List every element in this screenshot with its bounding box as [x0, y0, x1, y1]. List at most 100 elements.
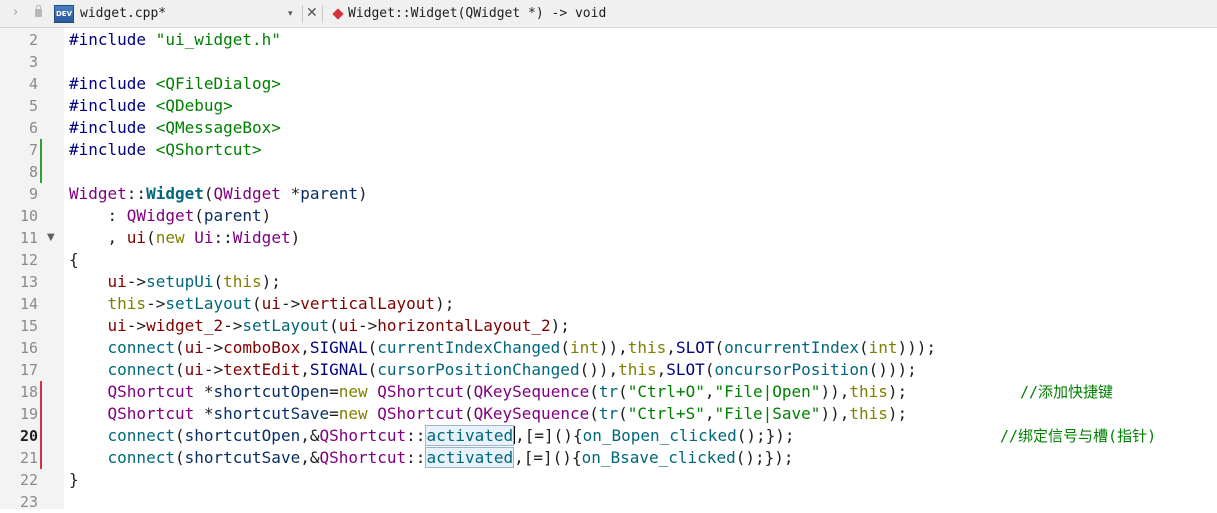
code-token: :: — [406, 448, 426, 467]
code-token: -> — [126, 316, 147, 335]
code-token: ) — [261, 206, 272, 225]
close-icon[interactable]: ✕ — [306, 5, 318, 21]
code-token: parent — [203, 206, 262, 225]
code-line[interactable]: 22} — [0, 469, 1217, 491]
code-line[interactable]: 23 — [0, 491, 1217, 513]
code-token: connect — [107, 448, 175, 467]
code-line[interactable]: 12 { — [0, 249, 1217, 271]
code-token: ( — [252, 294, 262, 313]
code-token: this — [618, 360, 657, 379]
code-token: ) — [290, 228, 301, 247]
code-line[interactable]: 8 — [0, 161, 1217, 183]
code-text: connect(ui->textEdit,SIGNAL(cursorPositi… — [69, 359, 917, 381]
dev-file-icon: DEV — [54, 5, 74, 23]
code-token: this — [849, 382, 888, 401]
line-number: 22 — [19, 471, 38, 489]
code-token: ( — [560, 338, 570, 357]
highlighted-symbol: activated — [425, 447, 515, 468]
code-token: Widget — [69, 184, 127, 203]
code-line[interactable]: 19 QShortcut *shortcutSave=new QShortcut… — [0, 403, 1217, 425]
code-token: this — [627, 338, 667, 357]
saved-change-marker — [40, 161, 42, 183]
code-token: QShortcut — [107, 382, 195, 401]
code-token: , — [656, 360, 667, 379]
code-token: Ui — [194, 228, 214, 247]
code-line[interactable]: 6 #include <QMessageBox> — [0, 117, 1217, 139]
code-token: ( — [174, 360, 185, 379]
code-token: ui — [261, 294, 281, 313]
code-token: shortcutOpen — [184, 426, 301, 445]
code-line[interactable]: 3 — [0, 51, 1217, 73]
code-token: ); — [261, 272, 281, 291]
file-dropdown-icon[interactable]: ▾ — [288, 7, 293, 21]
modified-line-marker — [40, 403, 42, 425]
code-token: on_Bsave_clicked — [581, 448, 736, 467]
code-line[interactable]: 17 connect(ui->textEdit,SIGNAL(cursorPos… — [0, 359, 1217, 381]
code-line[interactable]: 7 #include <QShortcut> — [0, 139, 1217, 161]
code-token: ( — [589, 404, 599, 423]
code-token: <QFileDialog> — [155, 74, 281, 93]
code-line[interactable]: 18 QShortcut *shortcutOpen=new QShortcut… — [0, 381, 1217, 403]
code-line[interactable]: 10 : QWidget(parent) — [0, 205, 1217, 227]
code-line[interactable]: 5 #include <QDebug> — [0, 95, 1217, 117]
modified-line-marker — [40, 425, 42, 447]
code-line[interactable]: 20 connect(shortcutOpen,&QShortcut::acti… — [0, 425, 1217, 447]
symbol-navigator[interactable]: Widget::Widget(QWidget *) -> void — [348, 6, 606, 22]
line-number: 19 — [19, 405, 38, 423]
line-number: 17 — [19, 361, 38, 379]
code-token: ( — [174, 426, 185, 445]
code-token: oncurrentIndex — [724, 338, 859, 357]
code-token: #include — [69, 118, 147, 137]
code-token: -> — [280, 294, 301, 313]
line-number: 15 — [19, 317, 38, 335]
code-token: verticalLayout — [300, 294, 436, 313]
code-text: #include <QFileDialog> — [69, 73, 281, 95]
code-token: QWidget — [213, 184, 281, 203]
code-token: SLOT — [666, 360, 705, 379]
code-token: ( — [618, 404, 628, 423]
code-line[interactable]: 2 #include "ui_widget.h" — [0, 29, 1217, 51]
code-line[interactable]: 14 this->setLayout(ui->verticalLayout); — [0, 293, 1217, 315]
code-line[interactable]: 21 connect(shortcutSave,&QShortcut::acti… — [0, 447, 1217, 469]
line-number: 12 — [19, 251, 38, 269]
fold-arrow-icon[interactable]: ▼ — [47, 232, 55, 244]
code-token: * — [194, 382, 214, 401]
code-line[interactable]: 13 ui->setupUi(this); — [0, 271, 1217, 293]
code-token: oncursorPosition — [714, 360, 869, 379]
lock-icon[interactable] — [35, 5, 42, 17]
code-token: QWidget — [126, 206, 195, 225]
code-token: new — [155, 228, 185, 247]
code-line[interactable]: 11 ▼ , ui(new Ui::Widget) — [0, 227, 1217, 249]
code-line[interactable]: 4 #include <QFileDialog> — [0, 73, 1217, 95]
code-token: , — [69, 228, 127, 247]
code-comment: //绑定信号与槽(指针) — [1000, 427, 1157, 445]
code-token: #include — [69, 74, 147, 93]
code-token: "Ctrl+S" — [627, 404, 705, 423]
code-line[interactable]: 16 connect(ui->comboBox,SIGNAL(currentIn… — [0, 337, 1217, 359]
code-token: ( — [174, 448, 185, 467]
code-text: QShortcut *shortcutSave=new QShortcut(QK… — [69, 403, 908, 425]
back-arrow-icon[interactable]: › — [13, 5, 18, 21]
line-number: 6 — [28, 119, 38, 137]
code-text: this->setLayout(ui->verticalLayout); — [69, 293, 455, 315]
code-token: shortcutOpen — [213, 382, 330, 401]
code-line[interactable]: 9 Widget::Widget(QWidget *parent) — [0, 183, 1217, 205]
code-token: : — [69, 206, 127, 225]
code-line[interactable]: 15 ui->widget_2->setLayout(ui->horizonta… — [0, 315, 1217, 337]
file-name-label[interactable]: widget.cpp* — [80, 6, 166, 22]
code-token: widget_2 — [146, 316, 224, 335]
code-token: ,& — [300, 448, 320, 467]
code-token: -> — [146, 294, 166, 313]
code-text: } — [69, 469, 79, 491]
code-editor[interactable]: 2 #include "ui_widget.h" 3 4 #include <QFile… — [0, 28, 1217, 511]
